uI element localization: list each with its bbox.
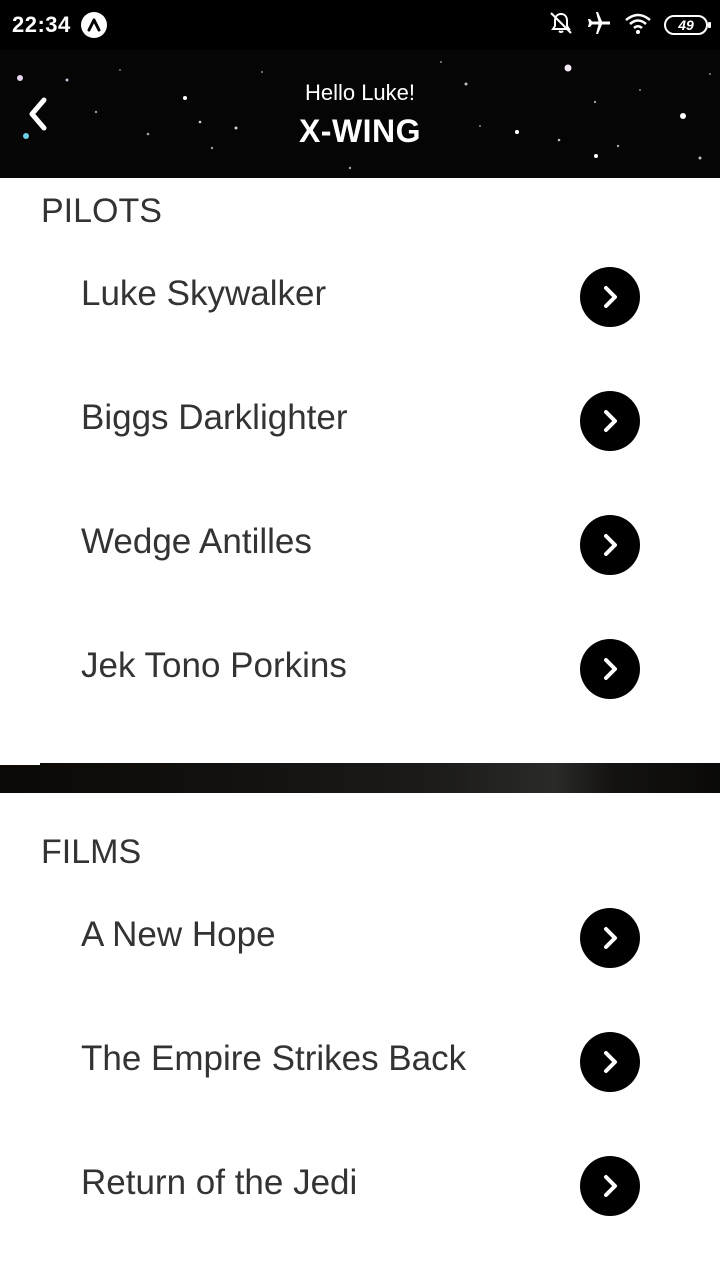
open-film-button[interactable] <box>580 908 640 968</box>
film-name: Return of the Jedi <box>81 1163 358 1202</box>
pilot-name: Jek Tono Porkins <box>81 646 347 685</box>
open-film-button[interactable] <box>580 1156 640 1216</box>
chevron-right-icon <box>604 658 617 680</box>
pilot-row-biggs-darklighter[interactable]: Biggs Darklighter <box>0 362 720 486</box>
page-title: X-WING <box>298 113 422 149</box>
divider-notch <box>0 763 40 765</box>
battery-indicator: 49 <box>664 15 711 35</box>
open-pilot-button[interactable] <box>580 391 640 451</box>
chevron-right-icon <box>604 1175 617 1197</box>
film-name: The Empire Strikes Back <box>81 1039 467 1078</box>
pilot-name: Biggs Darklighter <box>81 398 348 437</box>
films-section: FILMS A New Hope The Empire Strikes Back… <box>0 793 720 1280</box>
film-row-return-of-the-jedi[interactable]: Return of the Jedi <box>0 1127 720 1251</box>
open-film-button[interactable] <box>580 1032 640 1092</box>
notifications-muted-icon <box>548 10 574 41</box>
film-row-the-empire-strikes-back[interactable]: The Empire Strikes Back <box>0 1003 720 1127</box>
header: Hello Luke! X-WING <box>0 50 720 178</box>
chevron-right-icon <box>604 286 617 308</box>
pilots-section-title: PILOTS <box>41 192 162 230</box>
airplane-mode-icon <box>586 10 612 41</box>
chevron-right-icon <box>604 1051 617 1073</box>
section-divider <box>0 763 720 793</box>
open-pilot-button[interactable] <box>580 515 640 575</box>
open-pilot-button[interactable] <box>580 267 640 327</box>
pilots-section: PILOTS Luke Skywalker Biggs Darklighter … <box>0 178 720 763</box>
pilot-row-wedge-antilles[interactable]: Wedge Antilles <box>0 486 720 610</box>
status-bar: 22:34 49 <box>0 0 720 50</box>
wifi-icon <box>624 11 652 40</box>
pilot-row-luke-skywalker[interactable]: Luke Skywalker <box>0 238 720 362</box>
chevron-right-icon <box>604 410 617 432</box>
app-a-icon <box>81 12 107 38</box>
film-name: A New Hope <box>81 915 276 954</box>
pilot-row-jek-tono-porkins[interactable]: Jek Tono Porkins <box>0 610 720 734</box>
chevron-right-icon <box>604 927 617 949</box>
film-row-a-new-hope[interactable]: A New Hope <box>0 879 720 1003</box>
status-icons: 49 <box>548 10 711 41</box>
chevron-right-icon <box>604 534 617 556</box>
open-pilot-button[interactable] <box>580 639 640 699</box>
header-greeting: Hello Luke! <box>304 80 416 105</box>
films-section-title: FILMS <box>41 833 142 871</box>
pilot-name: Wedge Antilles <box>81 522 312 561</box>
status-time: 22:34 <box>12 12 71 37</box>
pilot-name: Luke Skywalker <box>81 274 327 313</box>
